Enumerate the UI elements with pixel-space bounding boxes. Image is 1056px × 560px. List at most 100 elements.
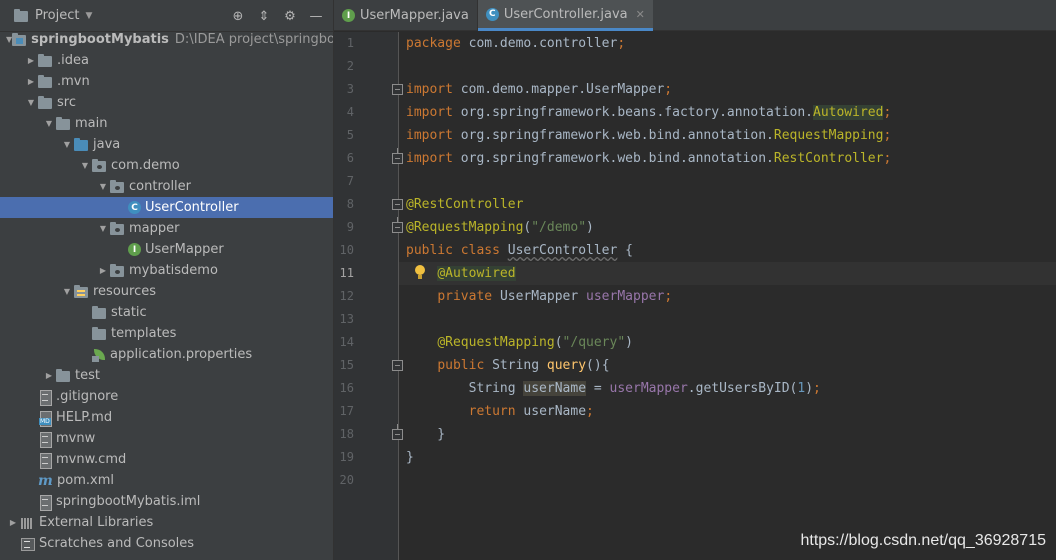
- code-line[interactable]: private UserMapper userMapper;: [399, 285, 1056, 308]
- tree-item[interactable]: ▶springbootMybatis.iml: [0, 491, 333, 512]
- md-tag: MD: [39, 417, 51, 425]
- code-token: "/demo": [531, 220, 587, 235]
- fold-start-icon[interactable]: [392, 199, 403, 210]
- editor-tab[interactable]: I UserMapper.java: [334, 0, 478, 31]
- code-line[interactable]: [399, 469, 1056, 492]
- tree-item[interactable]: ▶mpom.xml: [0, 470, 333, 491]
- editor-tab-label: UserMapper.java: [360, 8, 469, 23]
- expanded-arrow-icon[interactable]: ▼: [60, 140, 74, 149]
- code-line[interactable]: @RequestMapping("/query"): [399, 331, 1056, 354]
- markdown-file-icon: MD: [39, 410, 52, 427]
- tree-item[interactable]: ▶.gitignore: [0, 386, 333, 407]
- code-line[interactable]: return userName;: [399, 400, 1056, 423]
- code-token: RequestMapping: [773, 128, 884, 143]
- collapsed-arrow-icon[interactable]: ▶: [96, 266, 110, 275]
- tree-item[interactable]: ▼ main: [0, 113, 333, 134]
- tree-item[interactable]: ▼ java: [0, 134, 333, 155]
- code-line[interactable]: String userName = userMapper.getUsersByI…: [399, 377, 1056, 400]
- line-number: 18: [339, 427, 354, 441]
- tree-item[interactable]: ▶MDHELP.md: [0, 407, 333, 428]
- expanded-arrow-icon[interactable]: ▼: [42, 119, 56, 128]
- code-line[interactable]: [399, 308, 1056, 331]
- chevron-down-icon[interactable]: ▼: [85, 11, 92, 21]
- tree-item[interactable]: ▶ .mvn: [0, 71, 333, 92]
- expanded-arrow-icon[interactable]: ▼: [78, 161, 92, 170]
- tree-item[interactable]: ▶templates: [0, 323, 333, 344]
- code-token: userMapper: [609, 381, 688, 396]
- code-line[interactable]: @Autowired: [399, 262, 1056, 285]
- collapse-all-icon[interactable]: ⇕: [255, 7, 273, 25]
- code-line[interactable]: import com.demo.mapper.UserMapper;: [399, 78, 1056, 101]
- close-icon[interactable]: ✕: [636, 8, 645, 21]
- code-line[interactable]: import org.springframework.beans.factory…: [399, 101, 1056, 124]
- tree-item[interactable]: ▶ mybatisdemo: [0, 260, 333, 281]
- expanded-arrow-icon[interactable]: ▼: [96, 224, 110, 233]
- minimize-icon[interactable]: —: [307, 7, 325, 25]
- code-line[interactable]: public String query(){: [399, 354, 1056, 377]
- code-line[interactable]: }: [399, 423, 1056, 446]
- tree-item[interactable]: ▶ test: [0, 365, 333, 386]
- line-number: 10: [339, 243, 354, 257]
- code-token: public: [437, 358, 493, 373]
- code-line[interactable]: [399, 55, 1056, 78]
- tree-item[interactable]: ▶application.properties: [0, 344, 333, 365]
- tree-item[interactable]: ▶ .idea: [0, 50, 333, 71]
- code-line[interactable]: import org.springframework.web.bind.anno…: [399, 124, 1056, 147]
- tree-item[interactable]: ▶CUserController: [0, 197, 333, 218]
- folder-icon: [38, 53, 53, 68]
- fold-end-icon[interactable]: [392, 217, 403, 233]
- code-line[interactable]: [399, 170, 1056, 193]
- tree-item[interactable]: ▼ src: [0, 92, 333, 113]
- line-number: 15: [339, 358, 354, 372]
- tree-item[interactable]: ▼ resources: [0, 281, 333, 302]
- editor-tab[interactable]: C UserController.java ✕: [477, 0, 653, 31]
- collapsed-arrow-icon[interactable]: ▶: [42, 371, 56, 380]
- code-token: Autowired: [813, 105, 884, 120]
- collapsed-arrow-icon[interactable]: ▶: [24, 56, 38, 65]
- expanded-arrow-icon[interactable]: ▼: [24, 98, 38, 107]
- fold-end-icon[interactable]: [392, 148, 403, 164]
- tree-item[interactable]: ▶Scratches and Consoles: [0, 533, 333, 554]
- code-line[interactable]: package com.demo.controller;: [399, 32, 1056, 55]
- code-token: @RestController: [406, 197, 524, 212]
- tree-item[interactable]: ▼ springbootMybatis D:\IDEA project\spring…: [0, 29, 333, 50]
- collapsed-arrow-icon[interactable]: ▶: [24, 77, 38, 86]
- code-token: UserMapper: [499, 289, 587, 304]
- tree-item[interactable]: ▶static: [0, 302, 333, 323]
- tree-item[interactable]: ▶mvnw.cmd: [0, 449, 333, 470]
- code-line[interactable]: import org.springframework.web.bind.anno…: [399, 147, 1056, 170]
- package-icon: [110, 263, 125, 278]
- gear-icon[interactable]: ⚙: [281, 7, 299, 25]
- tree-item-label: .mvn: [57, 74, 90, 89]
- tree-item[interactable]: ▶ External Libraries: [0, 512, 333, 533]
- project-view-selector[interactable]: Project: [35, 8, 79, 23]
- fold-start-icon[interactable]: [392, 360, 403, 371]
- code-line[interactable]: public class UserController {: [399, 239, 1056, 262]
- code-token: (){: [586, 358, 610, 373]
- code-line[interactable]: @RequestMapping("/demo"): [399, 216, 1056, 239]
- code-line[interactable]: }: [399, 446, 1056, 469]
- tree-item[interactable]: ▶mvnw: [0, 428, 333, 449]
- tree-item[interactable]: ▼ mapper: [0, 218, 333, 239]
- line-number: 13: [339, 312, 354, 326]
- fold-start-icon[interactable]: [392, 84, 403, 95]
- code-token: RestController: [773, 151, 884, 166]
- collapsed-arrow-icon[interactable]: ▶: [6, 518, 20, 527]
- code-line[interactable]: @RestController: [399, 193, 1056, 216]
- tree-item[interactable]: ▼ controller: [0, 176, 333, 197]
- tree-item[interactable]: ▶IUserMapper: [0, 239, 333, 260]
- locate-target-icon[interactable]: ⊕: [229, 7, 247, 25]
- code-editor[interactable]: package com.demo.controller; import com.d…: [399, 32, 1056, 560]
- line-number: 12: [339, 289, 354, 303]
- expanded-arrow-icon[interactable]: ▼: [96, 182, 110, 191]
- code-line-text: }: [406, 446, 414, 469]
- tree-item-label: mvnw.cmd: [56, 452, 127, 467]
- code-token: query: [546, 358, 587, 373]
- tree-item[interactable]: ▼ com.demo: [0, 155, 333, 176]
- fold-end-icon[interactable]: [392, 424, 403, 440]
- lightbulb-icon[interactable]: [414, 265, 426, 281]
- expanded-arrow-icon[interactable]: ▼: [60, 287, 74, 296]
- code-token: return: [468, 404, 524, 419]
- code-token: String: [492, 358, 547, 373]
